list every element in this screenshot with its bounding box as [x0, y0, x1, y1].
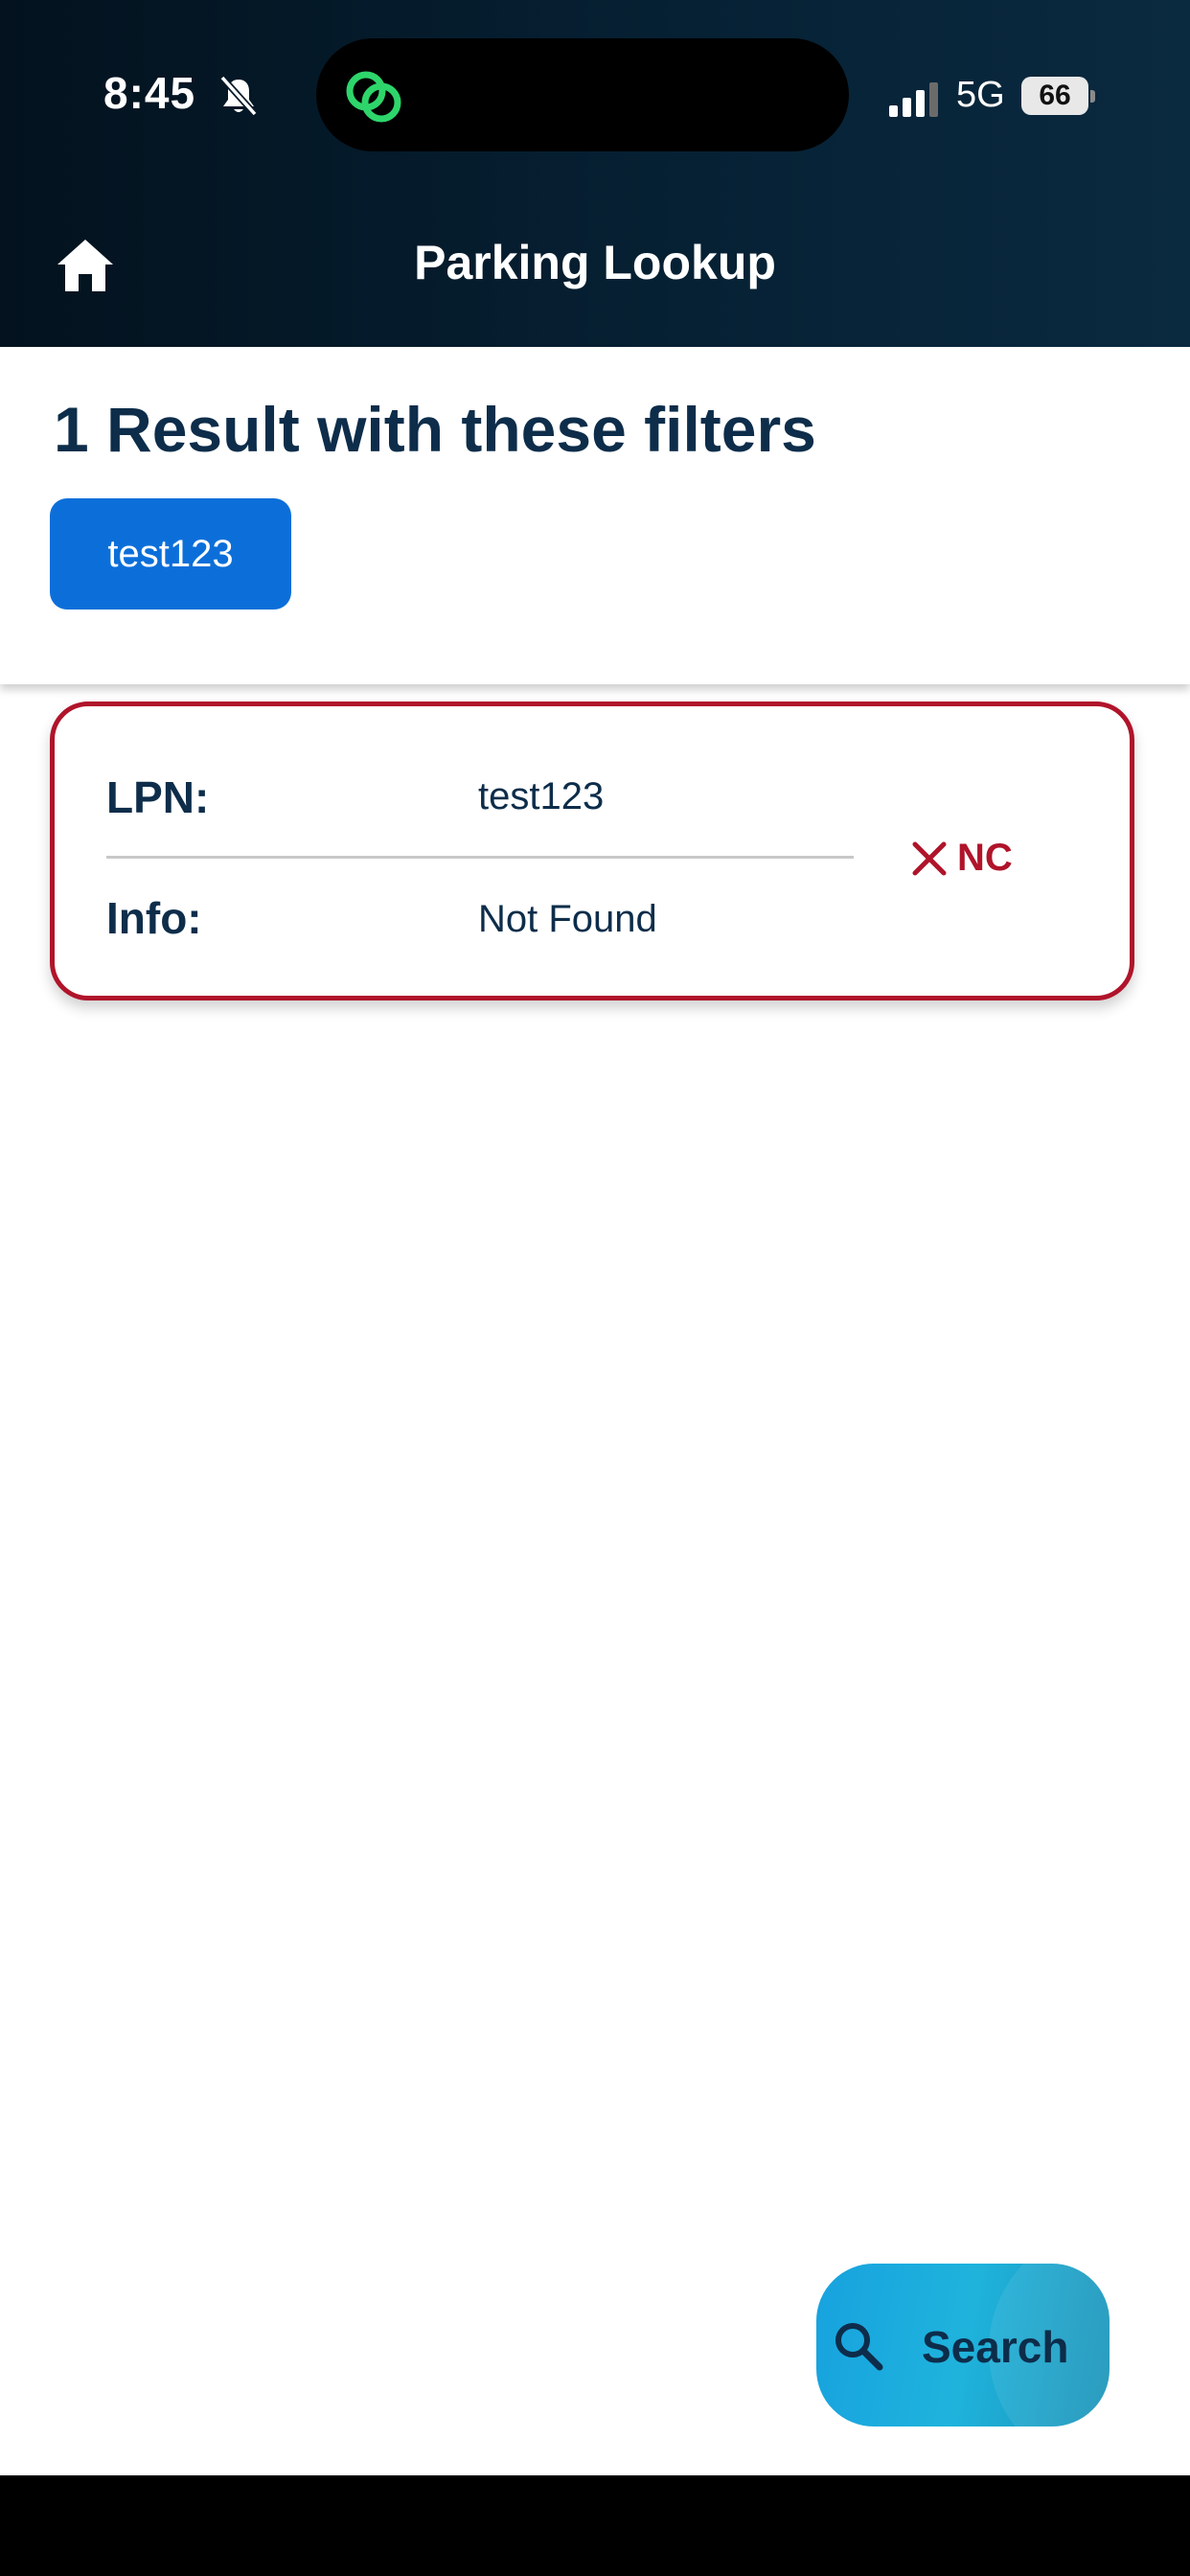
page-title: Parking Lookup — [414, 236, 776, 289]
card-divider — [106, 856, 854, 859]
info-value: Not Found — [478, 898, 657, 940]
cellular-signal-icon — [889, 82, 938, 117]
x-mark-icon — [912, 841, 947, 876]
info-label: Info: — [106, 893, 202, 943]
lpn-label: LPN: — [106, 772, 210, 822]
filter-chip[interactable]: test123 — [50, 498, 291, 610]
bell-slash-icon — [219, 75, 258, 117]
app-screen: 8:45 5G 66 Parking Lookup 1 Result with … — [0, 0, 1190, 2475]
status-time: 8:45 — [103, 68, 196, 118]
network-type: 5G — [956, 75, 1005, 115]
status-badge: NC — [957, 837, 1013, 879]
filters-panel: 1 Result with these filters test123 — [0, 347, 1190, 684]
result-card[interactable]: LPN: test123 Info: Not Found NC — [50, 702, 1134, 1000]
battery-icon: 66 — [1021, 77, 1088, 115]
search-button[interactable]: Search — [816, 2264, 1110, 2426]
lpn-value: test123 — [478, 775, 605, 817]
search-button-label: Search — [922, 2322, 1069, 2372]
battery-nub — [1090, 90, 1095, 103]
results-heading: 1 Result with these filters — [54, 394, 816, 465]
search-icon — [835, 2323, 883, 2371]
app-header: 8:45 5G 66 Parking Lookup — [0, 0, 1190, 347]
app-link-icon — [346, 71, 401, 123]
